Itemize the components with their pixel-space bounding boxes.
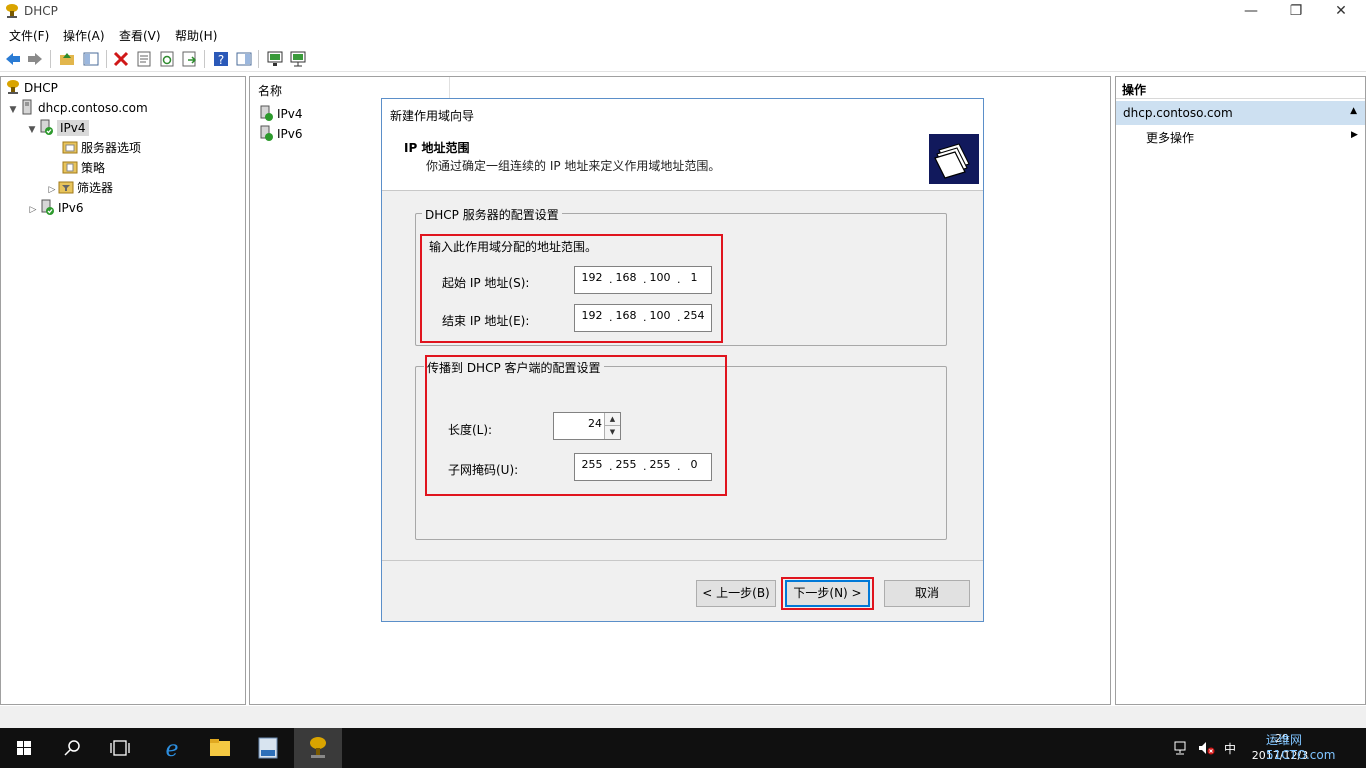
menu-bar: 文件(F) 操作(A) 查看(V) 帮助(H) [0,24,1366,46]
taskbar: e 中 :29 2017/12/3 运维网 51CTO.com [0,728,1366,768]
show-hide-console-tree-icon[interactable] [82,50,100,68]
internet-explorer-icon[interactable]: e [148,728,196,768]
chevron-down-icon[interactable]: ▼ [26,120,38,140]
toolbar-separator [204,50,205,68]
list-item-label: IPv4 [277,107,303,121]
wizard-page-description: 你通过确定一组连续的 IP 地址来定义作用域地址范围。 [426,159,721,173]
more-actions-item[interactable]: 更多操作 [1146,129,1194,146]
forward-arrow-icon[interactable] [26,50,44,68]
highlight-box [425,355,727,496]
ipv4-icon [260,105,273,121]
up-folder-icon[interactable] [58,50,76,68]
server-icon [22,99,32,115]
back-arrow-icon[interactable] [4,50,22,68]
cancel-button[interactable]: 取消 [884,580,970,607]
tree-item-ipv4[interactable]: ▼ IPv4 [26,118,89,138]
help-icon[interactable]: ? [212,50,230,68]
actions-title: 操作 [1116,77,1365,99]
more-actions-label: 更多操作 [1146,131,1195,145]
wizard-footer-divider [382,560,983,561]
ipv6-icon [41,199,54,215]
file-explorer-icon[interactable] [196,728,244,768]
svg-text:e: e [165,737,178,762]
policy-icon [62,161,78,174]
tree-label: DHCP [24,81,58,95]
highlight-box [420,234,723,343]
chevron-right-icon[interactable]: ▷ [27,200,39,220]
tree-item-server-options[interactable]: 服务器选项 [62,138,141,158]
tree-label: IPv6 [58,201,84,215]
wizard-header: 新建作用域向导 IP 地址范围 你通过确定一组连续的 IP 地址来定义作用域地址… [382,99,983,191]
tree-label: dhcp.contoso.com [38,101,148,115]
tree-item-filters[interactable]: ▷ 筛选器 [46,178,113,198]
tree-label: 服务器选项 [81,141,142,155]
dhcp-icon [7,80,19,94]
actions-section-server[interactable]: dhcp.contoso.com ▲ [1116,101,1365,125]
network-icon[interactable] [1173,740,1189,756]
folder-options-icon [62,141,78,154]
properties-icon[interactable] [135,50,153,68]
search-icon[interactable] [48,728,96,768]
delete-icon[interactable] [112,50,130,68]
chevron-right-icon[interactable]: ▶ [1351,130,1358,140]
volume-muted-icon[interactable] [1197,740,1215,756]
back-button[interactable]: < 上一步(B) [696,580,776,607]
monitor-icon[interactable] [266,50,284,68]
refresh-icon[interactable] [158,50,176,68]
dhcp-taskbar-icon[interactable] [294,728,342,768]
tree-item-ipv6[interactable]: ▷ IPv6 [27,198,84,218]
title-bar: DHCP — ❐ ✕ [0,0,1366,24]
monitor-network-icon[interactable] [289,50,307,68]
highlight-box [781,577,874,610]
tree-label: 筛选器 [77,181,114,195]
actions-section-label: dhcp.contoso.com [1123,106,1233,120]
wizard-caption: 新建作用域向导 [390,109,475,123]
menu-action[interactable]: 操作(A) [63,27,105,44]
windows-start-icon[interactable] [0,728,48,768]
tree-item-dhcp[interactable]: DHCP [5,78,58,98]
actions-pane: 操作 dhcp.contoso.com ▲ 更多操作 ▶ [1115,76,1366,705]
watermark: 运维网 51CTO.com [1266,733,1336,762]
tree-item-policies[interactable]: 策略 [62,158,105,178]
menu-file[interactable]: 文件(F) [9,27,49,44]
ipv6-icon [260,125,273,141]
menu-view[interactable]: 查看(V) [119,27,161,44]
collapse-up-icon[interactable]: ▲ [1350,106,1357,116]
toolbar-separator [258,50,259,68]
restore-button[interactable]: ❐ [1273,0,1319,24]
show-hide-action-pane-icon[interactable] [235,50,253,68]
dhcp-app-icon [6,4,18,18]
server-config-legend: DHCP 服务器的配置设置 [422,206,562,223]
minimize-button[interactable]: — [1228,0,1274,24]
console-tree: DHCP ▼ dhcp.contoso.com ▼ IPv4 服务器选项 策略 ▷ 筛… [0,76,246,705]
tree-label: IPv4 [57,120,89,136]
tree-item-server[interactable]: ▼ dhcp.contoso.com [7,98,148,118]
toolbar-separator [50,50,51,68]
menu-help[interactable]: 帮助(H) [175,27,217,44]
ime-indicator[interactable]: 中 [1224,740,1236,757]
list-item-label: IPv6 [277,127,303,141]
tree-label: 策略 [81,161,106,175]
export-list-icon[interactable] [180,50,198,68]
list-item[interactable]: IPv4 [258,104,303,124]
ipv4-icon [40,119,53,135]
wizard-folders-icon [929,134,979,184]
chevron-right-icon[interactable]: ▷ [46,180,58,200]
status-bar [0,706,1366,728]
server-manager-icon[interactable] [244,728,292,768]
window-title: DHCP [24,4,58,18]
filter-icon [58,181,74,194]
task-view-icon[interactable] [96,728,144,768]
new-scope-wizard: 新建作用域向导 IP 地址范围 你通过确定一组连续的 IP 地址来定义作用域地址… [381,98,984,622]
toolbar-separator [106,50,107,68]
toolbar: ? [0,46,1366,72]
close-button[interactable]: ✕ [1318,0,1364,24]
list-item[interactable]: IPv6 [258,124,303,144]
chevron-down-icon[interactable]: ▼ [7,100,19,120]
svg-text:?: ? [218,53,224,67]
wizard-page-heading: IP 地址范围 [404,141,470,155]
